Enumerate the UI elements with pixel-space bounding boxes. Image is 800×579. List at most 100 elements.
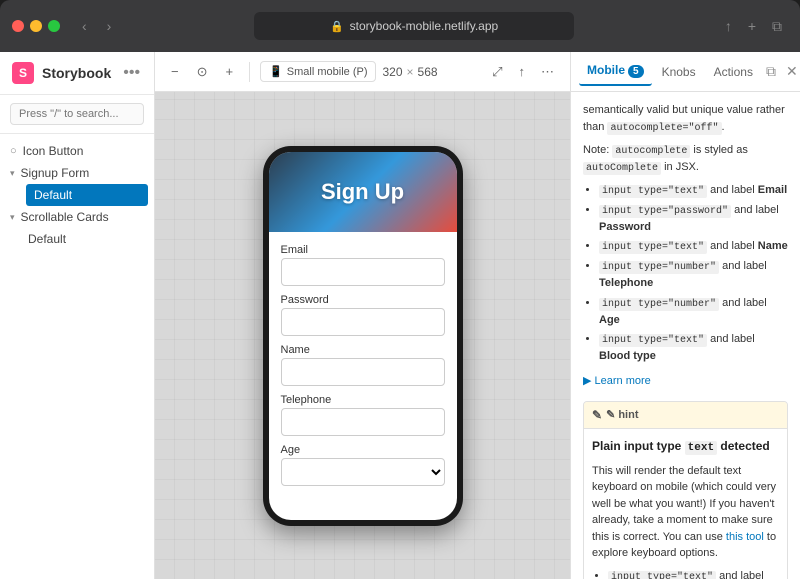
code: input type="number" [599,298,719,311]
tab-actions[interactable]: Actions [706,59,761,85]
email-input[interactable] [281,258,445,286]
nav-item-label: Default [34,188,72,202]
chevron-down-icon: ▾ [10,212,15,223]
search-input[interactable] [10,103,144,125]
panel-icon-buttons: ⧉ ✕ [763,60,800,83]
tab-mobile-label: Mobile [587,63,625,77]
scrollable-cards-children: Default [0,228,154,250]
sidebar-search [0,95,154,134]
sidebar: S Storybook ••• ○ Icon Button ▾ Signup F… [0,52,155,579]
zoom-in-button[interactable]: + [220,60,240,83]
phone-banner-text: Sign Up [321,179,404,205]
note-text: Note: autocomplete is styled as autoComp… [583,142,788,176]
password-label: Password [281,294,445,306]
name-input[interactable] [281,358,445,386]
form-field-telephone: Telephone [281,394,445,436]
autocomplete-jsx-code: autoComplete [583,162,661,175]
this-tool-link[interactable]: this tool [726,531,764,543]
list-item: input type="text" and label Email [599,182,788,199]
code: input type="text" [599,241,707,254]
dimension-separator: × [407,65,414,79]
form-field-age: Age [281,444,445,486]
hint-1-list: input type="text" and label Email input … [592,568,779,579]
list-item: input type="text" and label Blood type [599,331,788,365]
list-item: input type="text" and label Name [599,238,788,255]
tab-knobs[interactable]: Knobs [654,59,704,85]
sidebar-menu-button[interactable]: ••• [119,62,144,84]
zoom-reset-button[interactable]: ⊙ [191,60,214,84]
sidebar-nav: ○ Icon Button ▾ Signup Form Default ▾ Sc… [0,134,154,579]
form-field-password: Password [281,294,445,336]
circle-icon: ○ [10,145,17,157]
panel: Mobile5 Knobs Actions ⧉ ✕ semantically v… [570,52,800,579]
panel-content: semantically valid but unique value rath… [571,92,800,579]
form-field-name: Name [281,344,445,386]
nav-item-label: Default [28,232,66,246]
canvas-menu-button[interactable]: ⋯ [535,60,560,84]
forward-button[interactable]: › [101,14,118,38]
browser-chrome: ‹ › 🔒 storybook-mobile.netlify.app ↑ + ⧉ [0,0,800,52]
hint-1-body: Plain input type text detected This will… [584,429,787,579]
hint-1-title: Plain input type text detected [592,437,779,457]
zoom-out-button[interactable]: − [165,60,185,83]
password-input[interactable] [281,308,445,336]
main-content: S Storybook ••• ○ Icon Button ▾ Signup F… [0,52,800,579]
sidebar-item-signup-default[interactable]: Default [26,184,148,206]
sidebar-title: Storybook [42,65,111,81]
canvas-area: − ⊙ + 📱 Small mobile (P) 320 × 568 ⤢ ↑ ⋯ [155,52,570,579]
sidebar-item-icon-button[interactable]: ○ Icon Button [0,140,154,162]
share-button[interactable]: ↑ [513,60,532,84]
sidebar-item-scrollable-default[interactable]: Default [20,228,154,250]
sidebar-header: S Storybook ••• [0,52,154,95]
address-bar[interactable]: 🔒 storybook-mobile.netlify.app [254,12,574,40]
expand-button[interactable]: ⤢ [486,60,508,84]
tab-knobs-label: Knobs [662,65,696,79]
storybook-logo: S [12,62,34,84]
input-list: input type="text" and label Email input … [583,182,788,365]
phone-banner: Sign Up [269,152,457,232]
intro-text: semantically valid but unique value rath… [583,102,788,136]
hint-1-header: ✎ ✎ hint [584,402,787,429]
text-code: text [685,441,717,455]
name-label: Name [281,344,445,356]
list-item: input type="text" and label Email [608,568,779,579]
autocomplete-note-code: autocomplete [612,145,690,158]
hint-1-header-text: ✎ hint [606,407,638,424]
share-button[interactable]: ↑ [719,14,738,39]
panel-tabs: Mobile5 Knobs Actions ⧉ ✕ [571,52,800,92]
viewport-selector[interactable]: 📱 Small mobile (P) [260,61,376,82]
panel-expand-button[interactable]: ⧉ [763,60,779,83]
email-label: Email [281,244,445,256]
learn-more-link-1[interactable]: ▶ Learn more [583,375,651,387]
new-tab-button[interactable]: + [742,14,762,39]
canvas-toolbar: − ⊙ + 📱 Small mobile (P) 320 × 568 ⤢ ↑ ⋯ [155,52,570,92]
maximize-traffic-light[interactable] [48,20,60,32]
panel-close-button[interactable]: ✕ [783,60,800,83]
close-traffic-light[interactable] [12,20,24,32]
list-item: input type="number" and label Age [599,295,788,329]
viewport-label: Small mobile (P) [287,66,368,78]
chevron-down-icon: ▾ [10,168,15,179]
age-label: Age [281,444,445,456]
age-select[interactable] [281,458,445,486]
telephone-input[interactable] [281,408,445,436]
lock-icon: 🔒 [330,20,344,33]
form-field-email: Email [281,244,445,286]
nav-item-label: Icon Button [23,144,84,158]
sidebar-group-scrollable-cards[interactable]: ▾ Scrollable Cards [0,206,154,228]
tabs-button[interactable]: ⧉ [766,14,788,39]
url-text: storybook-mobile.netlify.app [350,19,499,33]
back-button[interactable]: ‹ [76,14,93,38]
traffic-lights [12,20,60,32]
hint-icon-1: ✎ [592,406,602,424]
viewport-height: 568 [418,65,438,79]
tab-mobile[interactable]: Mobile5 [579,57,652,86]
autocomplete-code: autocomplete="off" [607,122,721,135]
signup-form-children: Default [0,184,154,206]
viewport-icon: 📱 [269,65,283,78]
sidebar-group-signup-form[interactable]: ▾ Signup Form [0,162,154,184]
mobile-badge: 5 [628,65,644,78]
code: input type="password" [599,205,731,218]
minimize-traffic-light[interactable] [30,20,42,32]
phone-mockup: Sign Up Email Password Name [263,146,463,526]
